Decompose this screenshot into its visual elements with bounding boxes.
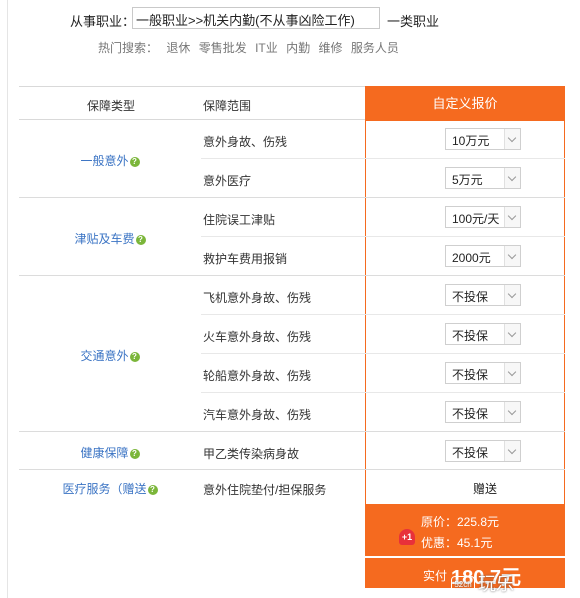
discount-amount: 优惠：45.1元 (421, 536, 493, 550)
amount-select[interactable]: 不投保 (445, 440, 521, 462)
header-scope: 保障范围 (203, 99, 252, 113)
help-circle-icon[interactable]: ? (129, 157, 140, 167)
help-circle-icon[interactable]: ? (129, 449, 140, 459)
help-circle-icon[interactable]: ? (129, 352, 140, 362)
coverage-scope: 意外医疗 (203, 174, 252, 188)
group-label[interactable]: 医疗服务（赠送 (62, 482, 146, 496)
coverage-item: 意外医疗 5万元 (201, 159, 565, 198)
amount-select[interactable]: 不投保 (445, 284, 521, 306)
coverage-group: 医疗服务（赠送? 意外住院垫付/担保服务 赠送 (19, 470, 565, 504)
chevron-down-icon (504, 402, 520, 422)
hot-search-item[interactable]: IT业 (255, 41, 278, 55)
coverage-group: 交通意外? 飞机意外身故、伤残 不投保 火车意外身故、伤残 不投保 轮船意外身故… (19, 276, 565, 432)
chevron-down-icon (504, 246, 520, 266)
watermark-logo: 52ch (451, 576, 475, 594)
group-name: 一般意外? (19, 152, 201, 169)
coverage-scope: 意外住院垫付/担保服务 (203, 483, 327, 497)
chevron-down-icon (504, 129, 520, 149)
hot-search-label: 热门搜索： (98, 41, 159, 55)
group-name: 健康保障? (19, 444, 201, 461)
coverage-scope: 火车意外身故、伤残 (203, 330, 312, 344)
occupation-row: 从事职业： 一般职业>>机关内勤(不从事凶险工作) 一类职业 (0, 6, 580, 30)
occupation-class: 一类职业 (387, 14, 440, 29)
hot-search-item[interactable]: 内勤 (286, 41, 310, 55)
coverage-item: 甲乙类传染病身故 不投保 (201, 432, 565, 470)
hot-search-item[interactable]: 退休 (166, 41, 190, 55)
group-label[interactable]: 健康保障 (80, 446, 128, 460)
group-name: 交通意外? (19, 347, 201, 364)
chevron-down-icon (504, 441, 520, 461)
watermark: 52ch 玩乐 (451, 570, 580, 598)
occupation-label: 从事职业： (70, 14, 136, 29)
coverage-group: 一般意外? 意外身故、伤残 10万元 意外医疗 5万元 (19, 120, 565, 198)
amount-select[interactable]: 10万元 (445, 128, 521, 150)
coverage-item: 救护车费用报销 2000元 (201, 237, 565, 276)
coverage-group: 健康保障? 甲乙类传染病身故 不投保 (19, 432, 565, 470)
coverage-scope: 轮船意外身故、伤残 (203, 369, 312, 383)
chevron-down-icon (504, 324, 520, 344)
price-summary: +1 原价：225.8元 优惠：45.1元 (365, 504, 565, 556)
chevron-down-icon (504, 207, 520, 227)
chevron-down-icon (504, 363, 520, 383)
coverage-item: 轮船意外身故、伤残 不投保 (201, 354, 565, 393)
coverage-scope: 意外身故、伤残 (203, 135, 288, 149)
coverage-item: 火车意外身故、伤残 不投保 (201, 315, 565, 354)
left-border (7, 0, 8, 598)
amount-select[interactable]: 不投保 (445, 401, 521, 423)
group-label[interactable]: 一般意外 (80, 154, 128, 168)
coverage-scope: 甲乙类传染病身故 (203, 447, 300, 461)
hot-search-row: 热门搜索： 退休 零售批发 IT业 内勤 维修 服务人员 (98, 39, 404, 56)
chevron-down-icon (504, 168, 520, 188)
coverage-scope: 救护车费用报销 (203, 252, 288, 266)
coverage-scope: 飞机意外身故、伤残 (203, 291, 312, 305)
pay-label: 实付 (423, 569, 448, 583)
group-name: 津贴及车费? (19, 230, 201, 247)
group-label[interactable]: 交通意外 (80, 349, 128, 363)
hot-search-item[interactable]: 维修 (318, 41, 342, 55)
coverage-item: 意外身故、伤残 10万元 (201, 120, 565, 159)
coverage-scope: 住院误工津贴 (203, 213, 276, 227)
coverage-item: 汽车意外身故、伤残 不投保 (201, 393, 565, 432)
amount-select[interactable]: 100元/天 (445, 206, 521, 228)
occupation-input[interactable]: 一般职业>>机关内勤(不从事凶险工作) (132, 7, 380, 29)
coupon-badge-icon[interactable]: +1 (399, 529, 415, 545)
help-circle-icon[interactable]: ? (147, 485, 158, 495)
group-name: 医疗服务（赠送? (19, 480, 201, 497)
coverage-group: 津贴及车费? 住院误工津贴 100元/天 救护车费用报销 2000元 (19, 198, 565, 276)
amount-select[interactable]: 5万元 (445, 167, 521, 189)
original-price: 原价：225.8元 (421, 515, 500, 529)
amount-select[interactable]: 不投保 (445, 323, 521, 345)
hot-search-item[interactable]: 零售批发 (199, 41, 247, 55)
coverage-item: 住院误工津贴 100元/天 (201, 198, 565, 237)
header-custom-price: 自定义报价 (365, 86, 565, 121)
help-circle-icon[interactable]: ? (135, 235, 146, 245)
watermark-text: 玩乐 (478, 574, 514, 594)
amount-select[interactable]: 2000元 (445, 245, 521, 267)
chevron-down-icon (504, 285, 520, 305)
hot-search-item[interactable]: 服务人员 (351, 41, 399, 55)
coverage-item: 意外住院垫付/担保服务 赠送 (201, 468, 565, 502)
group-label[interactable]: 津贴及车费 (74, 232, 134, 246)
coverage-scope: 汽车意外身故、伤残 (203, 408, 312, 422)
amount-select[interactable]: 不投保 (445, 362, 521, 384)
header-type: 保障类型 (87, 99, 136, 113)
table-header: 保障类型 保障范围 自定义报价 (19, 86, 565, 121)
gift-value: 赠送 (473, 482, 498, 496)
coverage-item: 飞机意外身故、伤残 不投保 (201, 276, 565, 315)
